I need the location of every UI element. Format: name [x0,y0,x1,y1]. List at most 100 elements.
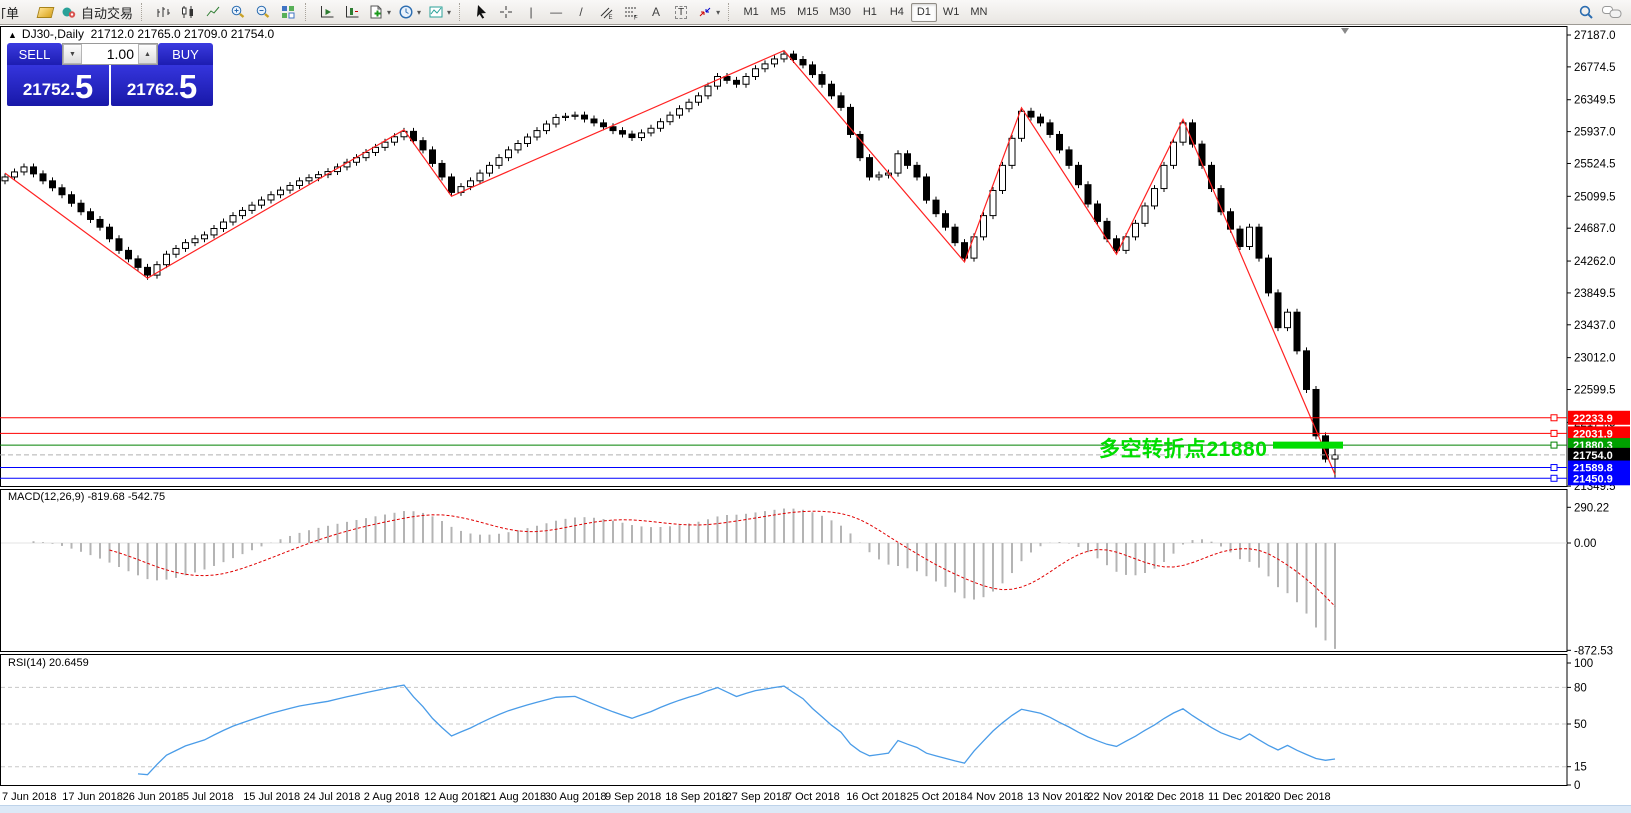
chart-ohlc-label: 21712.0 21765.0 21709.0 21754.0 [91,27,275,41]
chart-shift-button[interactable] [340,2,364,23]
timeframe-m30-button[interactable]: M30 [824,3,855,22]
buy-price-pip: 5 [179,70,197,103]
buy-price-main: 21762 [127,77,174,103]
svg-text:18 Sep 2018: 18 Sep 2018 [665,791,727,803]
timeframe-d1-button[interactable]: D1 [911,3,937,22]
chart-title[interactable]: ▲ DJ30-,Daily 21712.0 21765.0 21709.0 217… [8,27,274,41]
buy-price-button[interactable]: 21762.5 [111,65,213,106]
level-handle[interactable] [1551,465,1557,471]
timeframe-m5-button[interactable]: M5 [765,3,791,22]
timeframe-mn-button[interactable]: MN [965,3,992,22]
toolbar-separator [305,3,310,21]
svg-text:22233.9: 22233.9 [1573,413,1613,425]
chart-canvas[interactable]: 27187.026774.526349.525937.025524.525099… [0,25,1631,813]
level-handle[interactable] [1551,415,1557,421]
crosshair-button[interactable] [494,2,518,23]
svg-text:22599.5: 22599.5 [1574,385,1616,397]
pane-border-2 [1,655,1568,786]
indicators-button[interactable]: ▾ [425,2,454,23]
svg-text:2 Dec 2018: 2 Dec 2018 [1148,791,1204,803]
timeframe-h4-button[interactable]: H4 [884,3,910,22]
dropdown-caret-icon: ▾ [387,8,391,17]
line-chart-button[interactable] [201,2,225,23]
timeframe-h1-button[interactable]: H1 [857,3,883,22]
svg-text:25 Oct 2018: 25 Oct 2018 [907,791,967,803]
vertical-line-icon: | [530,5,533,19]
svg-text:30 Aug 2018: 30 Aug 2018 [545,791,607,803]
new-template-button[interactable]: ▾ [365,2,394,23]
zoom-in-button[interactable] [226,2,250,23]
svg-text:22 Nov 2018: 22 Nov 2018 [1087,791,1149,803]
macd-indicator-label: MACD(12,26,9) -819.68 -542.75 [8,491,165,503]
clock-icon [398,4,414,20]
chart-shift-icon [344,4,360,20]
search-icon[interactable] [1578,4,1595,21]
channel-button[interactable]: E [594,2,618,23]
svg-text:25099.5: 25099.5 [1574,191,1616,203]
trendline-button[interactable]: / [569,2,593,23]
sell-price-pip: 5 [75,70,93,103]
fibonacci-button[interactable]: F [619,2,643,23]
pivot-annotation-text[interactable]: 多空转折点21880 [1099,433,1267,463]
candlestick-chart-button[interactable] [176,2,200,23]
new-order-label[interactable]: 订单 [2,3,32,22]
indicator-window-icon [428,4,444,20]
sell-button[interactable]: SELL [7,43,62,65]
svg-text:24687.0: 24687.0 [1574,223,1616,235]
gold-ingot-icon [36,7,54,18]
timeframe-m1-button[interactable]: M1 [738,3,764,22]
svg-text:27187.0: 27187.0 [1574,30,1616,42]
status-strip [0,805,1631,813]
svg-text:21450.9: 21450.9 [1573,473,1613,485]
svg-text:20 Dec 2018: 20 Dec 2018 [1268,791,1330,803]
tile-windows-button[interactable] [276,2,300,23]
macd-histogram [34,509,1336,649]
svg-text:80: 80 [1574,682,1587,694]
cursor-button[interactable] [469,2,493,23]
auto-scroll-button[interactable] [315,2,339,23]
shift-marker-icon[interactable] [1341,28,1349,34]
svg-text:11 Dec 2018: 11 Dec 2018 [1208,791,1270,803]
svg-text:24 Jul 2018: 24 Jul 2018 [304,791,361,803]
autotrading-button[interactable]: 自动交易 [58,2,136,23]
sell-price-button[interactable]: 21752.5 [7,65,109,106]
timeframe-m15-button[interactable]: M15 [792,3,823,22]
horizontal-line-icon: — [550,5,562,19]
volume-up-button[interactable]: ▲ [138,44,157,64]
svg-text:4 Nov 2018: 4 Nov 2018 [967,791,1023,803]
horizontal-line-button[interactable]: — [544,2,568,23]
toolbar-separator [728,3,733,21]
svg-text:15 Jul 2018: 15 Jul 2018 [243,791,300,803]
buy-button[interactable]: BUY [158,43,213,65]
volume-down-button[interactable]: ▼ [63,44,82,64]
cursor-icon [473,4,489,20]
chart-symbol-label: DJ30-,Daily [22,27,84,41]
svg-text:50: 50 [1574,719,1587,731]
svg-text:E: E [609,15,613,20]
level-handle[interactable] [1551,475,1557,481]
collapse-arrow-icon[interactable]: ▲ [8,30,17,40]
zoom-out-button[interactable] [251,2,275,23]
chat-icon[interactable] [1601,4,1623,20]
svg-text:23437.0: 23437.0 [1574,320,1616,332]
text-label-button[interactable]: T [669,2,693,23]
price-chips: 22233.922031.921880.321754.021589.821450… [1568,411,1630,486]
timeframe-w1-button[interactable]: W1 [938,3,965,22]
crosshair-icon [498,4,514,20]
svg-text:12 Aug 2018: 12 Aug 2018 [424,791,486,803]
periods-button[interactable]: ▾ [395,2,424,23]
vertical-line-button[interactable]: | [519,2,543,23]
svg-text:23849.5: 23849.5 [1574,288,1616,300]
level-handle[interactable] [1551,442,1557,448]
bar-chart-button[interactable] [151,2,175,23]
autotrading-label: 自动交易 [81,3,133,22]
arrows-button[interactable]: ▾ [694,2,723,23]
text-tool-button[interactable]: A [644,2,668,23]
level-handle[interactable] [1551,430,1557,436]
volume-input[interactable] [82,44,138,64]
order-history-button[interactable] [33,2,57,23]
rsi-line [138,685,1335,775]
macd-signal-line [110,511,1336,606]
svg-text:25524.5: 25524.5 [1574,158,1616,170]
svg-text:24262.0: 24262.0 [1574,256,1616,268]
